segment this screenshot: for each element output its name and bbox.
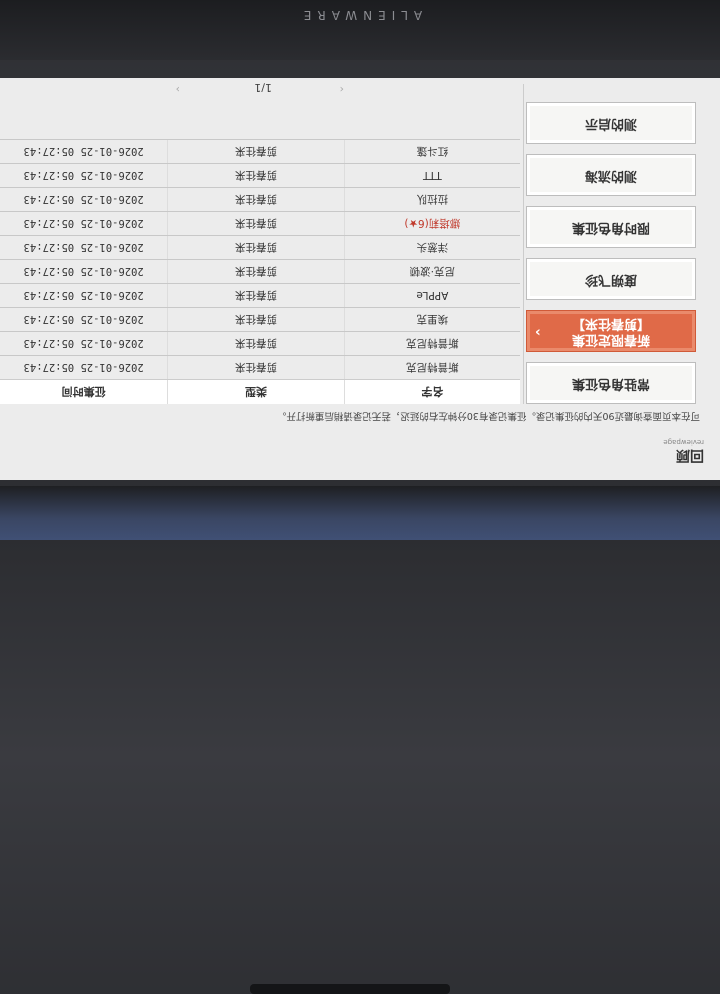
menu-item-label: 新春限定征集 【剪春往来】 bbox=[572, 316, 651, 348]
cell-time: 2026-01-25 05:27:43 bbox=[23, 193, 144, 206]
header-name: 名字 bbox=[421, 385, 444, 398]
table-row: 红斗篷 剪春往来 2026-01-25 05:27:43 bbox=[0, 139, 520, 163]
prev-page-button[interactable]: ‹ bbox=[340, 83, 344, 96]
cell-type: 剪春往来 bbox=[167, 236, 345, 259]
cell-type: 剪春往来 bbox=[167, 356, 345, 379]
table-row: 娜塔莉(6★) 剪春往来 2026-01-25 05:27:43 bbox=[0, 211, 520, 235]
pagination: ‹ 1/1 › bbox=[0, 78, 520, 96]
table-row: 尼克·波顿 剪春往来 2026-01-25 05:27:43 bbox=[0, 259, 520, 283]
menu-item-2[interactable]: 度朔飞珍 bbox=[526, 258, 696, 300]
next-page-button[interactable]: › bbox=[176, 83, 180, 96]
table-row: 拉拉队 剪春往来 2026-01-25 05:27:43 bbox=[0, 187, 520, 211]
screen: 回顾 reviewpage 可在本页面查询最近90天内的征集记录。征集记录有30… bbox=[0, 78, 720, 480]
menu-item-label: 度朔飞珍 bbox=[585, 272, 638, 288]
cell-type: 剪春往来 bbox=[167, 212, 345, 235]
cell-name: 尼克·波顿 bbox=[409, 265, 456, 277]
page-title: 回顾 reviewpage bbox=[663, 438, 704, 463]
cell-time: 2026-01-25 05:27:43 bbox=[23, 169, 144, 182]
cell-name: 红斗篷 bbox=[416, 145, 449, 157]
cell-time: 2026-01-25 05:27:43 bbox=[23, 217, 144, 230]
cell-time: 2026-01-25 05:27:43 bbox=[23, 289, 144, 302]
table-row: 斯普特尼克 剪春往来 2026-01-25 05:27:43 bbox=[0, 355, 520, 379]
menu-item-4[interactable]: 测的流海 bbox=[526, 154, 696, 196]
menu-item-label: 常驻角色征集 bbox=[572, 376, 651, 392]
page-description: 可在本页面查询最近90天内的征集记录。征集记录有30分钟左右的延迟，若无记录请稍… bbox=[276, 410, 700, 421]
laptop-base bbox=[0, 486, 720, 994]
menu-item-1[interactable]: 新春限定征集 【剪春往来】 › bbox=[526, 310, 696, 352]
cell-time: 2026-01-25 05:27:43 bbox=[23, 265, 144, 278]
table-row: 斯普特尼克 剪春往来 2026-01-25 05:27:43 bbox=[0, 331, 520, 355]
brand-logo: ALIENWARE bbox=[297, 8, 423, 22]
table-body: 斯普特尼克 剪春往来 2026-01-25 05:27:43 斯普特尼克 剪春往来 202… bbox=[0, 139, 520, 379]
cell-type: 剪春往来 bbox=[167, 188, 345, 211]
page-number: 1/1 bbox=[254, 81, 272, 94]
hinge bbox=[250, 984, 450, 994]
menu-item-label: 限时角色征集 bbox=[572, 220, 651, 236]
cell-time: 2026-01-25 05:27:43 bbox=[23, 313, 144, 326]
page-subtitle: reviewpage bbox=[663, 438, 704, 446]
cell-name: 埃里克 bbox=[416, 313, 449, 325]
cell-time: 2026-01-25 05:27:43 bbox=[23, 361, 144, 374]
header-time: 征集时间 bbox=[61, 385, 106, 398]
header-type: 类型 bbox=[167, 380, 345, 404]
cell-name: 斯普特尼克 bbox=[406, 337, 459, 349]
chevron-right-icon: › bbox=[535, 324, 541, 340]
cell-name: 拉拉队 bbox=[416, 193, 449, 205]
category-menu: 常驻角色征集 新春限定征集 【剪春往来】 › 度朔飞珍 限时角色征集 测的流海 测的启示 bbox=[526, 92, 696, 404]
record-table: 名字 类型 征集时间 斯普特尼克 剪春往来 2026-01-25 05:27:43 斯… bbox=[0, 139, 520, 404]
menu-item-5[interactable]: 测的启示 bbox=[526, 102, 696, 144]
menu-item-0[interactable]: 常驻角色征集 bbox=[526, 362, 696, 404]
laptop-bezel: ALIENWARE bbox=[0, 0, 720, 60]
cell-time: 2026-01-25 05:27:43 bbox=[23, 337, 144, 350]
table-row: TTT 剪春往来 2026-01-25 05:27:43 bbox=[0, 163, 520, 187]
cell-name: APPLe bbox=[416, 289, 449, 302]
table-header: 名字 类型 征集时间 bbox=[0, 379, 520, 404]
table-row: 埃里克 剪春往来 2026-01-25 05:27:43 bbox=[0, 307, 520, 331]
cell-type: 剪春往来 bbox=[167, 140, 345, 163]
table-row: APPLe 剪春往来 2026-01-25 05:27:43 bbox=[0, 283, 520, 307]
cell-type: 剪春往来 bbox=[167, 284, 345, 307]
cell-name: 斯普特尼克 bbox=[406, 361, 459, 373]
cell-type: 剪春往来 bbox=[167, 164, 345, 187]
cell-name: TTT bbox=[422, 169, 442, 182]
menu-item-3[interactable]: 限时角色征集 bbox=[526, 206, 696, 248]
menu-divider bbox=[523, 84, 524, 404]
cell-type: 剪春往来 bbox=[167, 308, 345, 331]
table-row: 洋葱头 剪春往来 2026-01-25 05:27:43 bbox=[0, 235, 520, 259]
cell-type: 剪春往来 bbox=[167, 260, 345, 283]
cell-type: 剪春往来 bbox=[167, 332, 345, 355]
cell-time: 2026-01-25 05:27:43 bbox=[23, 145, 144, 158]
cell-name: 洋葱头 bbox=[416, 241, 449, 253]
cell-time: 2026-01-25 05:27:43 bbox=[23, 241, 144, 254]
menu-item-label: 测的流海 bbox=[585, 168, 638, 184]
cell-name: 娜塔莉(6★) bbox=[404, 217, 461, 229]
menu-item-label: 测的启示 bbox=[585, 116, 638, 132]
